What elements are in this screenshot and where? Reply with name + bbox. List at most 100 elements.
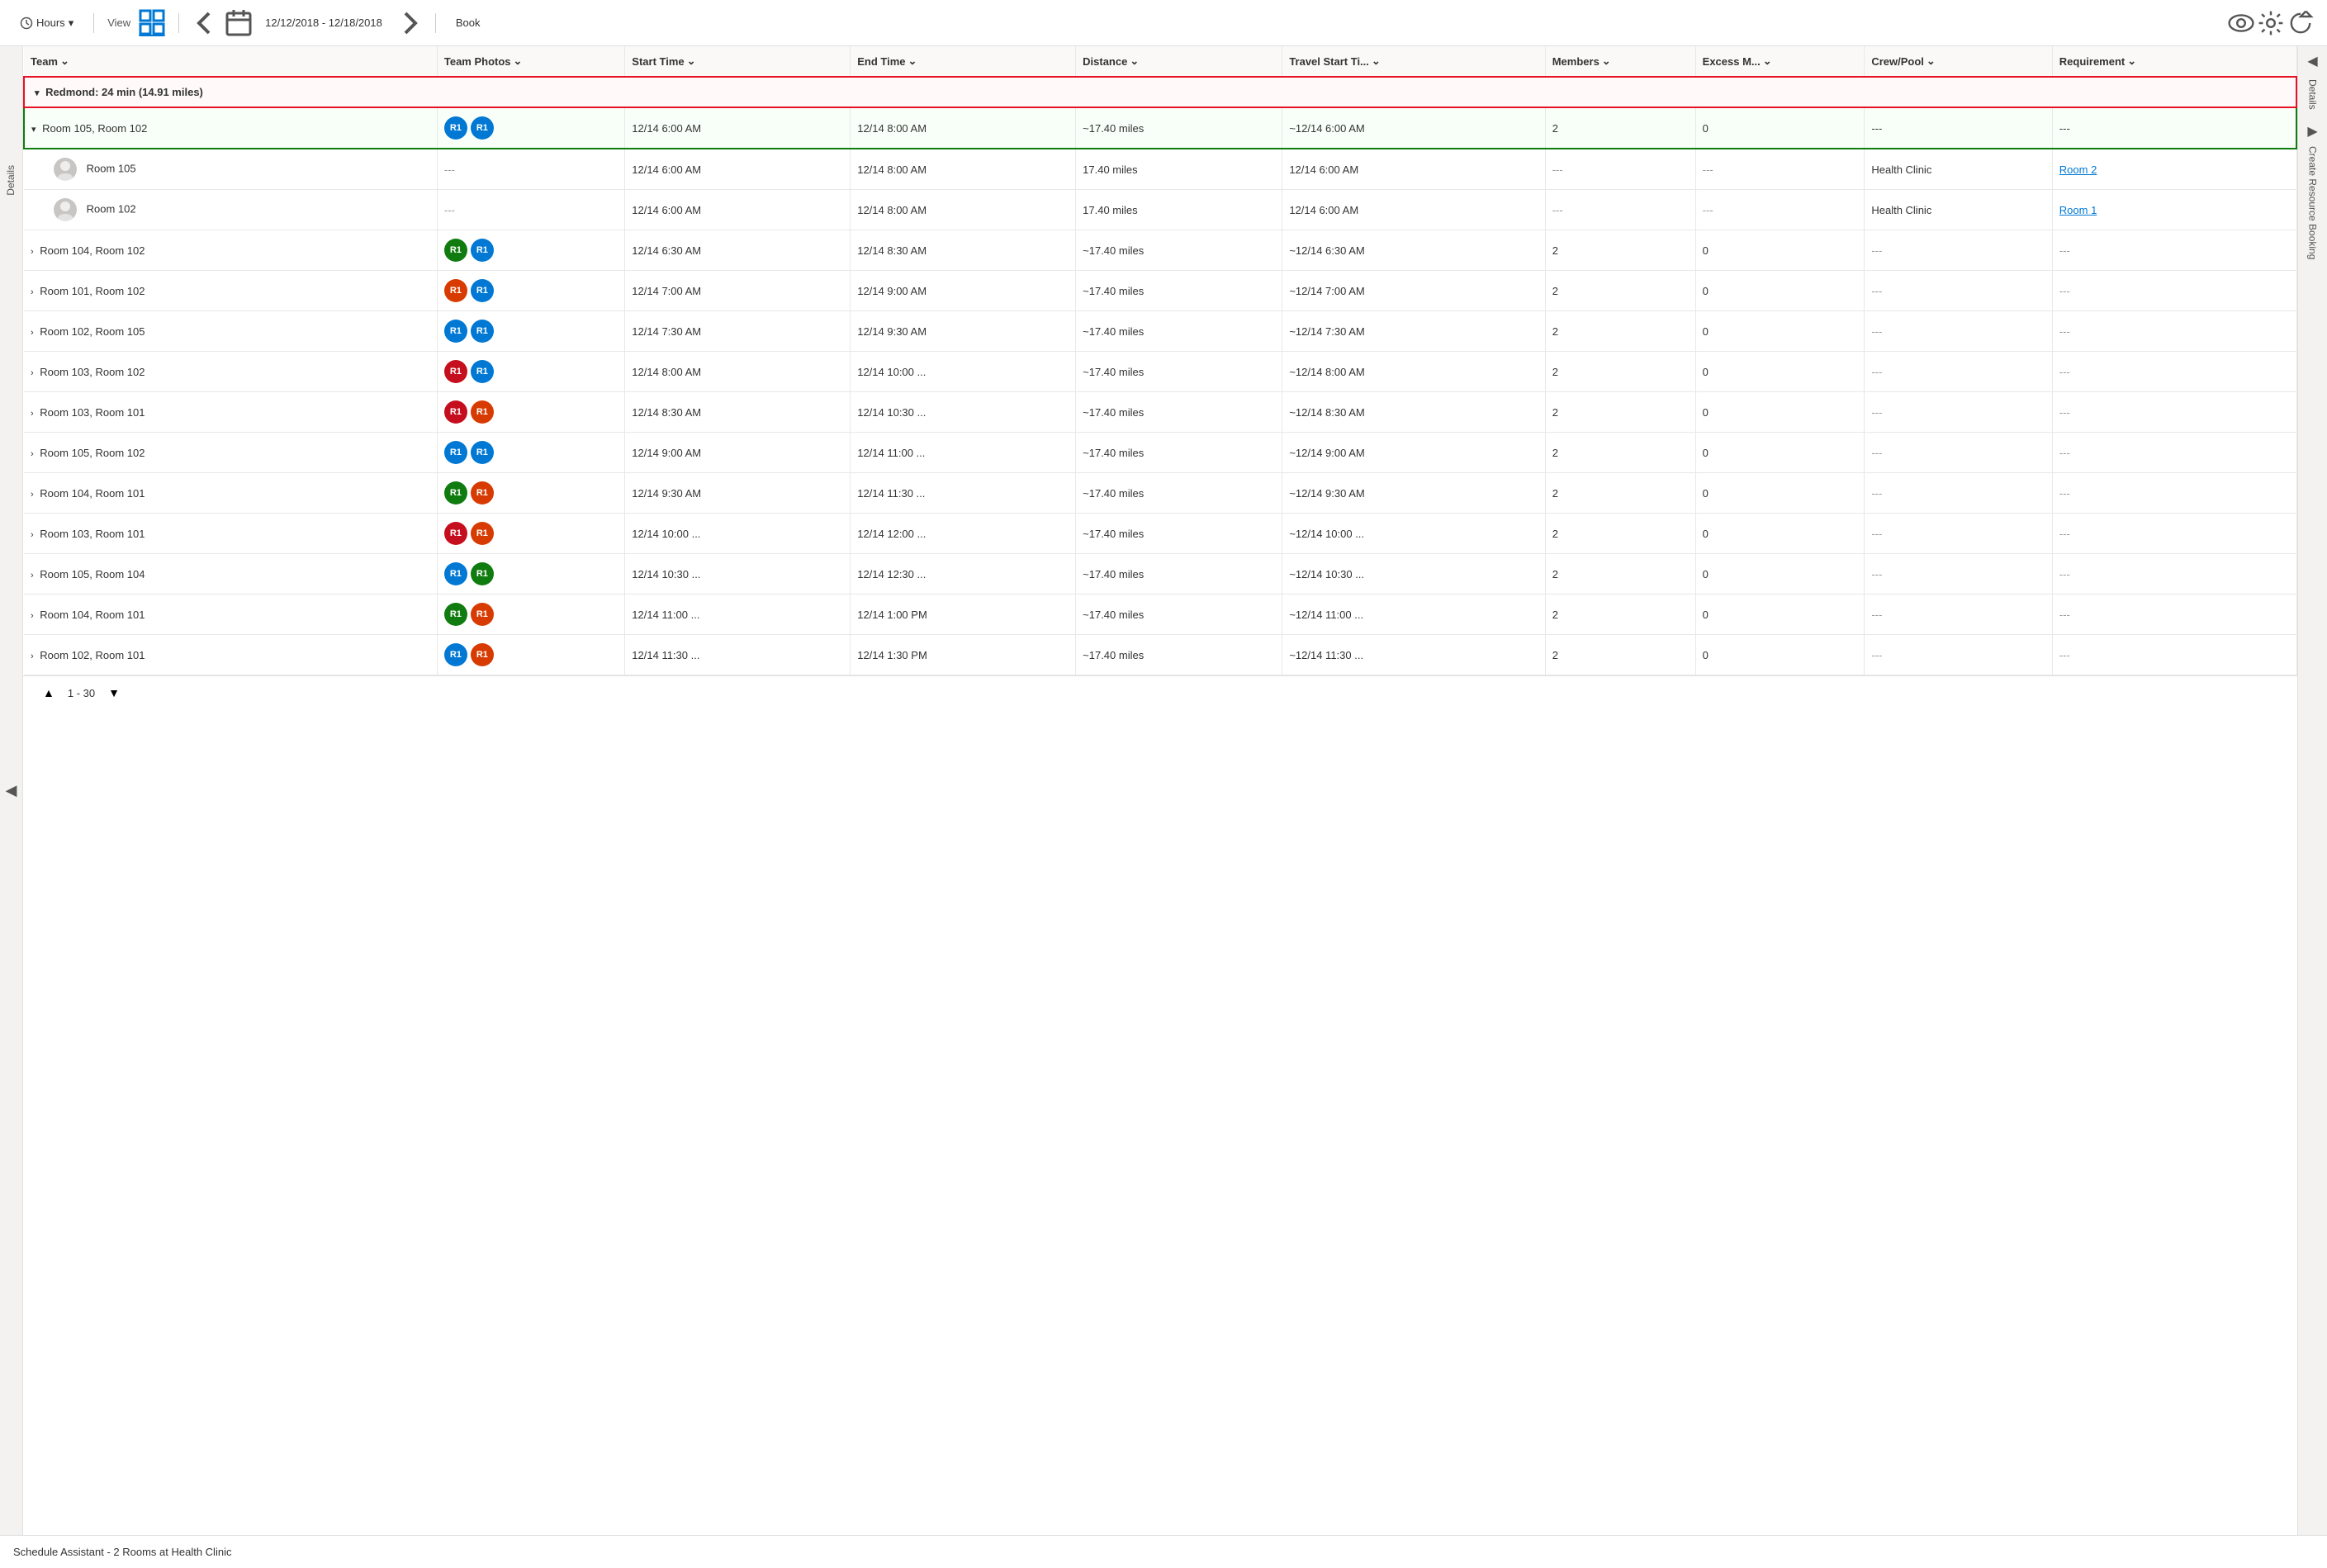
- table-row[interactable]: › Room 105, Room 102 R1R1 12/14 9:00 AM …: [24, 433, 2296, 473]
- book-button[interactable]: Book: [449, 13, 487, 32]
- row-travel: ~12/14 6:00 AM: [1282, 107, 1545, 149]
- req-col-label: Requirement: [2059, 55, 2125, 68]
- hours-chevron-icon: ▾: [69, 17, 74, 30]
- hours-label: Hours: [36, 17, 65, 29]
- table-row[interactable]: › Room 102, Room 101 R1R1 12/14 11:30 ..…: [24, 635, 2296, 675]
- row-team-name: Room 102, Room 105: [40, 325, 145, 338]
- child-row[interactable]: Room 102 --- 12/14 6:00 AM 12/14 8:00 AM…: [24, 190, 2296, 230]
- row-team-name: Room 105, Room 104: [40, 568, 145, 580]
- table-row[interactable]: › Room 105, Room 104 R1R1 12/14 10:30 ..…: [24, 554, 2296, 595]
- settings-button[interactable]: [2258, 10, 2284, 36]
- row-team-name: Room 102, Room 101: [40, 649, 145, 661]
- create-booking-label[interactable]: Create Resource Booking: [2307, 146, 2319, 259]
- group-collapse-icon[interactable]: ▾: [35, 88, 40, 98]
- col-header-excess[interactable]: Excess M... ⌄: [1695, 46, 1865, 77]
- hours-section: Hours ▾: [13, 13, 80, 33]
- table-row[interactable]: › Room 104, Room 102 R1R1 12/14 6:30 AM …: [24, 230, 2296, 271]
- filter-toggle-icon[interactable]: ◀: [6, 782, 17, 799]
- visibility-button[interactable]: [2228, 10, 2254, 36]
- child-team-avatar: [54, 198, 77, 221]
- row-expand-icon[interactable]: ›: [31, 328, 34, 338]
- start-col-label: Start Time: [632, 55, 684, 68]
- calendar-button[interactable]: [225, 10, 252, 36]
- col-header-distance[interactable]: Distance ⌄: [1076, 46, 1282, 77]
- travel-col-label: Travel Start Ti...: [1289, 55, 1369, 68]
- row-expand-icon[interactable]: ›: [31, 247, 34, 257]
- divider-3: [435, 13, 436, 33]
- left-sidebar: ◀ Details: [0, 46, 23, 1535]
- page-prev-button[interactable]: ▲: [36, 683, 61, 703]
- page-range: 1 - 30: [68, 687, 95, 699]
- table-row[interactable]: › Room 103, Room 101 R1R1 12/14 8:30 AM …: [24, 392, 2296, 433]
- table-container[interactable]: Team ⌄ Team Photos ⌄ Sta: [23, 46, 2297, 1535]
- date-range: 12/12/2018 - 12/18/2018: [258, 17, 389, 29]
- col-header-travel[interactable]: Travel Start Ti... ⌄: [1282, 46, 1545, 77]
- row-team-name: Room 105, Room 102: [42, 122, 147, 135]
- grid-view-button[interactable]: [139, 10, 165, 36]
- child-team-avatar: [54, 158, 77, 181]
- requirement-link[interactable]: Room 2: [2059, 163, 2097, 176]
- col-header-requirement[interactable]: Requirement ⌄: [2052, 46, 2296, 77]
- row-expand-icon[interactable]: ›: [31, 368, 34, 378]
- table-row[interactable]: › Room 102, Room 105 R1R1 12/14 7:30 AM …: [24, 311, 2296, 352]
- view-label: View: [107, 17, 130, 29]
- table-header-row: Team ⌄ Team Photos ⌄ Sta: [24, 46, 2296, 77]
- row-end: 12/14 8:00 AM: [851, 107, 1076, 149]
- excess-col-label: Excess M...: [1703, 55, 1761, 68]
- row-expand-icon[interactable]: ›: [31, 651, 34, 661]
- row-excess: 0: [1695, 107, 1865, 149]
- app-container: Hours ▾ View 12/12/2018 - 12/18/2018 Boo…: [0, 0, 2327, 1568]
- group-header-row[interactable]: ▾ Redmond: 24 min (14.91 miles): [24, 77, 2296, 107]
- view-section: View: [107, 10, 165, 36]
- details-label[interactable]: Details: [2307, 79, 2319, 110]
- excess-sort-icon: ⌄: [1763, 54, 1772, 68]
- row-expand-icon[interactable]: ›: [31, 530, 34, 540]
- col-header-team[interactable]: Team ⌄: [24, 46, 437, 77]
- child-row[interactable]: Room 105 --- 12/14 6:00 AM 12/14 8:00 AM…: [24, 149, 2296, 190]
- requirement-link[interactable]: Room 1: [2059, 204, 2097, 216]
- table-row[interactable]: › Room 104, Room 101 R1R1 12/14 9:30 AM …: [24, 473, 2296, 514]
- col-header-members[interactable]: Members ⌄: [1545, 46, 1695, 77]
- row-team-name: Room 105, Room 102: [40, 447, 145, 459]
- book-label: Book: [456, 17, 481, 29]
- end-sort-icon: ⌄: [908, 54, 917, 68]
- row-expand-icon[interactable]: ›: [31, 571, 34, 580]
- right-panel: ◀ Details ▶ Create Resource Booking: [2297, 46, 2327, 1535]
- table-row[interactable]: › Room 103, Room 101 R1R1 12/14 10:00 ..…: [24, 514, 2296, 554]
- toolbar: Hours ▾ View 12/12/2018 - 12/18/2018 Boo…: [0, 0, 2327, 46]
- table-row[interactable]: › Room 101, Room 102 R1R1 12/14 7:00 AM …: [24, 271, 2296, 311]
- main-content: ◀ Details Team ⌄: [0, 46, 2327, 1535]
- right-panel-collapse-icon[interactable]: ◀: [2307, 53, 2317, 69]
- members-col-label: Members: [1552, 55, 1600, 68]
- row-collapse-icon[interactable]: ▾: [31, 124, 36, 135]
- group-name: Redmond: 24 min (14.91 miles): [45, 86, 203, 98]
- row-expand-icon[interactable]: ›: [31, 611, 34, 621]
- team-col-label: Team: [31, 55, 58, 68]
- row-team-name: Room 104, Room 101: [40, 609, 145, 621]
- row-expand-icon[interactable]: ›: [31, 409, 34, 419]
- prev-date-button[interactable]: [192, 10, 219, 36]
- col-header-crew[interactable]: Crew/Pool ⌄: [1865, 46, 2052, 77]
- table-row[interactable]: › Room 103, Room 102 R1R1 12/14 8:00 AM …: [24, 352, 2296, 392]
- members-sort-icon: ⌄: [1602, 54, 1611, 68]
- child-team-name: Room 105: [87, 162, 136, 174]
- req-sort-icon: ⌄: [2127, 54, 2136, 68]
- expanded-group-row[interactable]: ▾ Room 105, Room 102 R1R1 12/14 6:00 AM …: [24, 107, 2296, 149]
- page-next-button[interactable]: ▼: [102, 683, 126, 703]
- row-team-name: Room 104, Room 102: [40, 244, 145, 257]
- row-expand-icon[interactable]: ›: [31, 449, 34, 459]
- hours-button[interactable]: Hours ▾: [13, 13, 80, 33]
- row-expand-icon[interactable]: ›: [31, 490, 34, 500]
- refresh-button[interactable]: [2287, 10, 2314, 36]
- col-header-start[interactable]: Start Time ⌄: [625, 46, 851, 77]
- distance-sort-icon: ⌄: [1130, 54, 1139, 68]
- right-panel-expand-icon[interactable]: ▶: [2307, 123, 2317, 140]
- table-row[interactable]: › Room 104, Room 101 R1R1 12/14 11:00 ..…: [24, 595, 2296, 635]
- divider-1: [93, 13, 94, 33]
- next-date-button[interactable]: [396, 10, 422, 36]
- row-expand-icon[interactable]: ›: [31, 287, 34, 297]
- col-header-end[interactable]: End Time ⌄: [851, 46, 1076, 77]
- col-header-photos[interactable]: Team Photos ⌄: [437, 46, 624, 77]
- crew-sort-icon: ⌄: [1927, 54, 1936, 68]
- row-team-name: Room 103, Room 101: [40, 406, 145, 419]
